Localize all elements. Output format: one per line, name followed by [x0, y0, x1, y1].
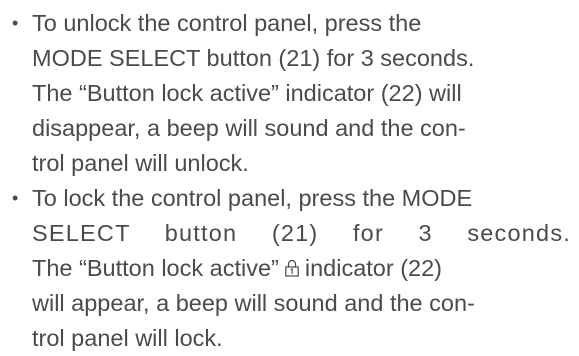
text-line: disappear, a beep will sound and the con… [32, 115, 466, 141]
text-line: The “Button lock active” indicator (22) … [32, 80, 462, 106]
text-line: To unlock the control panel, press the [32, 10, 422, 36]
text-fragment: The “Button lock active” [32, 255, 279, 281]
text-line-with-icon: The “Button lock active” indicator (22) [32, 251, 571, 286]
text-line: trol panel will unlock. [32, 150, 249, 176]
instruction-list: • To unlock the control panel, press the… [8, 6, 571, 356]
text-line: To lock the control panel, press the MOD… [32, 185, 473, 211]
text-fragment: indicator (22) [304, 255, 443, 281]
bullet-marker: • [12, 188, 19, 208]
text-line: will appear, a beep will sound and the c… [32, 290, 475, 316]
list-item-lock: • To lock the control panel, press the M… [8, 181, 571, 356]
text-line: trol panel will lock. [32, 325, 223, 351]
bullet-marker: • [12, 13, 19, 33]
text-line: MODE SELECT button (21) for 3 seconds. [32, 45, 475, 71]
list-item-unlock: • To unlock the control panel, press the… [8, 6, 571, 181]
text-line: SELECT button (21) for 3 seconds. [32, 220, 571, 246]
manual-page: • To unlock the control panel, press the… [0, 0, 579, 356]
button-lock-icon [285, 259, 299, 277]
